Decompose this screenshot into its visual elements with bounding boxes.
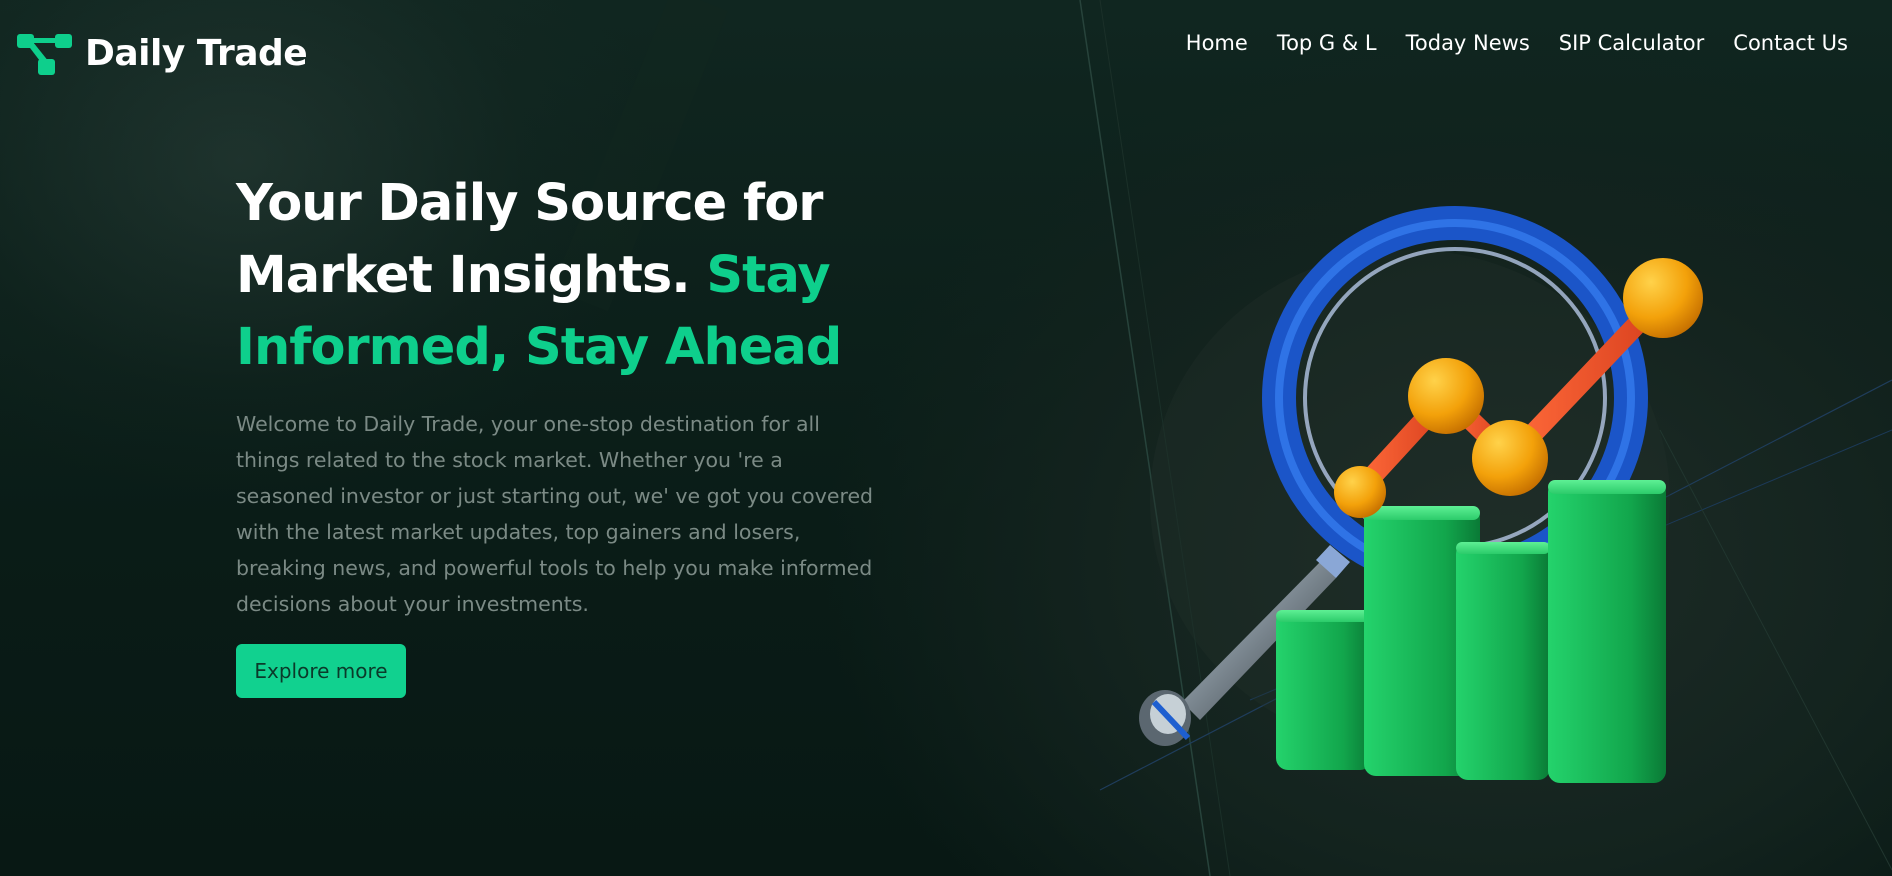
hero-description: Welcome to Daily Trade, your one-stop de… <box>236 412 874 616</box>
nav-home[interactable]: Home <box>1186 28 1248 58</box>
nav-sip-calculator[interactable]: SIP Calculator <box>1559 28 1705 58</box>
hero-title-accent-2: Informed, Stay Ahead <box>236 318 842 377</box>
nav-top-gainers-losers[interactable]: Top G & L <box>1277 28 1377 58</box>
site-header: Daily Trade Home Top G & L Today News SI… <box>0 0 1892 86</box>
main-nav: Home Top G & L Today News SIP Calculator… <box>1186 28 1848 58</box>
nav-today-news[interactable]: Today News <box>1406 28 1530 58</box>
hero-section: Your Daily Source for Market Insights. S… <box>236 168 896 622</box>
hero-title-accent-1: Stay <box>706 246 830 305</box>
hero-title: Your Daily Source for Market Insights. S… <box>236 168 896 384</box>
hero-title-line1: Your Daily Source for <box>236 174 823 233</box>
brand-name: Daily Trade <box>85 33 308 74</box>
brand-logo[interactable]: Daily Trade <box>17 32 308 76</box>
hero-title-line2: Market Insights. <box>236 246 691 305</box>
explore-more-button[interactable]: Explore more <box>236 644 406 698</box>
magnifier-bar-chart-illustration <box>1139 206 1703 783</box>
nav-contact-us[interactable]: Contact Us <box>1733 28 1848 58</box>
connected-nodes-icon <box>17 34 72 75</box>
